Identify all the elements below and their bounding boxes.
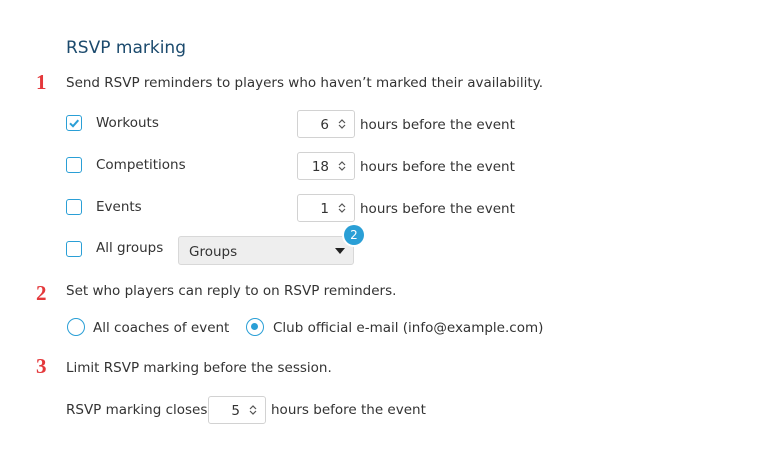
rsvp-closes-stepper[interactable]: 5 — [208, 396, 266, 424]
rsvp-closes-label: RSVP marking closes: — [66, 402, 212, 418]
workouts-hours-value: 6 — [320, 117, 329, 133]
step-3-description: Limit RSVP marking before the session. — [66, 360, 332, 376]
spinner-arrows-icon[interactable] — [337, 160, 347, 172]
workouts-hours-suffix: hours before the event — [360, 117, 515, 133]
workouts-hours-stepper[interactable]: 6 — [297, 110, 355, 138]
events-hours-value: 1 — [320, 201, 329, 217]
club-email-label: Club official e-mail (info@example.com) — [273, 320, 544, 336]
all-coaches-radio[interactable] — [67, 318, 85, 336]
step-number-3: 3 — [36, 354, 47, 378]
club-email-radio[interactable] — [246, 318, 264, 336]
competitions-hours-suffix: hours before the event — [360, 159, 515, 175]
radio-dot — [251, 323, 258, 330]
competitions-hours-value: 18 — [311, 159, 329, 175]
spinner-arrows-icon[interactable] — [337, 118, 347, 130]
competitions-hours-stepper[interactable]: 18 — [297, 152, 355, 180]
step-2-description: Set who players can reply to on RSVP rem… — [66, 283, 397, 299]
help-badge[interactable]: 2 — [344, 225, 364, 245]
events-checkbox[interactable] — [66, 199, 82, 215]
rsvp-closes-suffix: hours before the event — [271, 402, 426, 418]
checkmark-icon — [69, 119, 80, 128]
all-coaches-label: All coaches of event — [93, 320, 230, 336]
workouts-checkbox[interactable] — [66, 115, 82, 131]
workouts-label: Workouts — [96, 115, 159, 131]
spinner-arrows-icon[interactable] — [337, 202, 347, 214]
all-groups-label: All groups — [96, 240, 164, 256]
step-number-2: 2 — [36, 281, 47, 305]
competitions-label: Competitions — [96, 157, 186, 173]
events-hours-suffix: hours before the event — [360, 201, 515, 217]
events-hours-stepper[interactable]: 1 — [297, 194, 355, 222]
groups-select[interactable]: Groups — [178, 236, 354, 265]
groups-select-value: Groups — [189, 244, 238, 260]
section-title: RSVP marking — [66, 38, 186, 58]
spinner-arrows-icon[interactable] — [248, 404, 258, 416]
step-1-description: Send RSVP reminders to players who haven… — [66, 75, 543, 91]
events-label: Events — [96, 199, 142, 215]
step-number-1: 1 — [36, 70, 47, 94]
competitions-checkbox[interactable] — [66, 157, 82, 173]
rsvp-closes-value: 5 — [231, 403, 240, 419]
caret-down-icon — [335, 248, 345, 254]
all-groups-checkbox[interactable] — [66, 241, 82, 257]
